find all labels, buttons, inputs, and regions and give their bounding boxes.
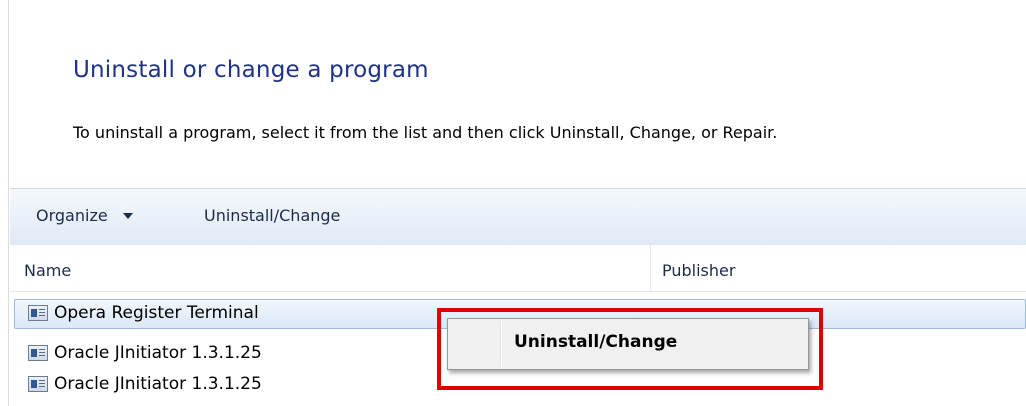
- program-name: Oracle JInitiator 1.3.1.25: [54, 343, 262, 363]
- context-menu: Uninstall/Change: [447, 318, 809, 370]
- program-icon: [28, 305, 48, 321]
- chevron-down-icon[interactable]: [123, 213, 133, 219]
- context-menu-icon-gutter: [500, 321, 502, 367]
- program-name: Opera Register Terminal: [54, 303, 259, 323]
- page-instructions: To uninstall a program, select it from t…: [73, 123, 778, 142]
- command-toolbar: Organize Uninstall/Change: [10, 188, 1026, 246]
- column-header-publisher[interactable]: Publisher: [662, 261, 735, 280]
- organize-button[interactable]: Organize: [36, 206, 108, 225]
- column-header-name[interactable]: Name: [24, 261, 71, 280]
- list-header: Name Publisher: [10, 245, 1026, 292]
- context-menu-uninstall-change[interactable]: Uninstall/Change: [514, 332, 677, 352]
- column-divider[interactable]: [650, 245, 651, 291]
- uninstall-change-button[interactable]: Uninstall/Change: [204, 206, 340, 225]
- control-panel-page: Uninstall or change a program To uninsta…: [0, 0, 1026, 406]
- left-pane-divider: [8, 0, 9, 406]
- program-icon: [28, 376, 48, 392]
- program-icon: [28, 345, 48, 361]
- page-title: Uninstall or change a program: [73, 57, 429, 83]
- program-name: Oracle JInitiator 1.3.1.25: [54, 374, 262, 394]
